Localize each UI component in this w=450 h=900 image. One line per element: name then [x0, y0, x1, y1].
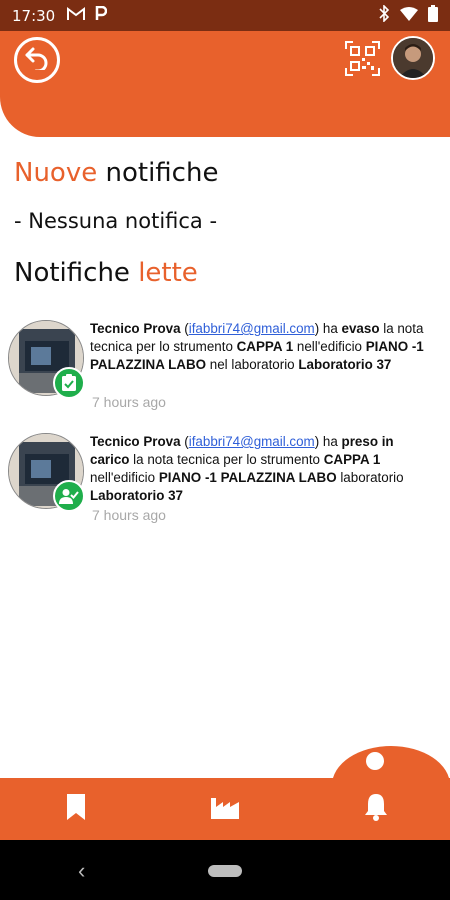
active-indicator-dot: [366, 752, 384, 770]
bookmark-nav-button[interactable]: [62, 793, 90, 826]
read-title-accent: lette: [138, 258, 198, 288]
system-nav-bar: ‹: [0, 840, 450, 900]
system-home-button[interactable]: [208, 865, 242, 877]
user-check-icon: [53, 480, 85, 512]
back-button[interactable]: [14, 37, 60, 83]
new-notifications-title: Nuove notifiche: [14, 158, 218, 188]
notification-action: evaso: [341, 321, 380, 336]
battery-icon: [428, 5, 438, 26]
wifi-icon: [400, 6, 418, 25]
status-bar: 17:30: [0, 0, 450, 31]
back-arrow-icon: [24, 46, 50, 75]
notification-email-link[interactable]: ifabbri74@gmail.com: [189, 434, 315, 449]
qr-scan-button[interactable]: [345, 41, 380, 76]
bluetooth-icon: [378, 4, 390, 26]
notification-user: Tecnico Prova: [90, 434, 181, 449]
new-title-rest: notifiche: [97, 158, 219, 188]
notification-item[interactable]: Tecnico Prova (ifabbri74@gmail.com) ha e…: [8, 320, 438, 420]
read-title-rest: Notifiche: [14, 258, 139, 288]
notification-lab: Laboratorio 37: [298, 357, 392, 372]
app-header: [0, 31, 450, 137]
new-title-accent: Nuove: [14, 158, 98, 188]
clipboard-check-icon: [53, 367, 85, 399]
empty-notifications-message: - Nessuna notifica -: [14, 209, 218, 233]
gmail-icon: [67, 6, 86, 25]
parking-icon: [95, 5, 108, 25]
notifications-nav-button[interactable]: [362, 793, 390, 826]
notification-instrument: CAPPA 1: [236, 339, 294, 354]
notification-lab: Laboratorio 37: [90, 488, 184, 503]
notification-user: Tecnico Prova: [90, 321, 181, 336]
read-notifications-title: Notifiche lette: [14, 258, 198, 288]
notification-text: Tecnico Prova (ifabbri74@gmail.com) ha p…: [90, 434, 404, 503]
notification-instrument: CAPPA 1: [323, 452, 381, 467]
notification-text: Tecnico Prova (ifabbri74@gmail.com) ha e…: [90, 321, 424, 372]
qr-code-icon: [345, 41, 380, 80]
notification-building: PIANO -1 PALAZZINA LABO: [158, 470, 337, 485]
notification-email-link[interactable]: ifabbri74@gmail.com: [189, 321, 315, 336]
bell-icon: [364, 793, 388, 826]
user-avatar[interactable]: [391, 36, 435, 80]
bottom-nav: [0, 778, 450, 840]
status-time: 17:30: [12, 6, 56, 25]
notification-time: 7 hours ago: [92, 507, 166, 523]
bookmark-icon: [65, 793, 87, 826]
factory-icon: [210, 794, 240, 825]
notification-item[interactable]: Tecnico Prova (ifabbri74@gmail.com) ha p…: [8, 433, 438, 533]
notification-time: 7 hours ago: [92, 394, 166, 410]
factory-nav-button[interactable]: [209, 794, 241, 824]
system-back-icon[interactable]: ‹: [78, 858, 85, 884]
